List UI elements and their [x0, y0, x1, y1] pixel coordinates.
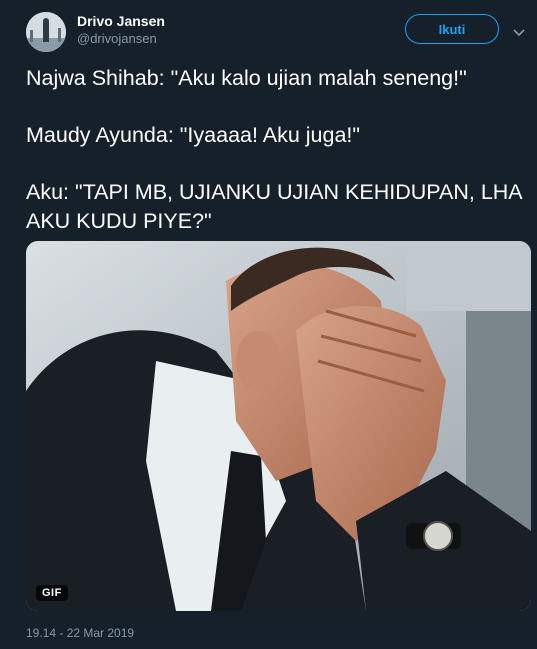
- chevron-down-icon[interactable]: [512, 24, 526, 37]
- gif-image: [26, 241, 531, 611]
- tweet-text: Najwa Shihab: "Aku kalo ujian malah sene…: [26, 64, 530, 236]
- tweet-line: Maudy Ayunda: "Iyaaaa! Aku juga!": [26, 123, 361, 147]
- gif-badge: GIF: [36, 585, 68, 601]
- tweet-line: Najwa Shihab: "Aku kalo ujian malah sene…: [26, 66, 467, 90]
- tweet-gif[interactable]: GIF: [26, 241, 531, 611]
- follow-button-label: Ikuti: [438, 21, 466, 37]
- avatar[interactable]: [26, 12, 66, 52]
- follow-button[interactable]: Ikuti: [405, 14, 499, 44]
- author-handle[interactable]: @drivojansen: [77, 31, 157, 46]
- author-name[interactable]: Drivo Jansen: [77, 13, 165, 29]
- timestamp[interactable]: 19.14 - 22 Mar 2019: [26, 626, 134, 640]
- tweet-line: Aku: "TAPI MB, UJIANKU UJIAN KEHIDUPAN, …: [26, 180, 522, 233]
